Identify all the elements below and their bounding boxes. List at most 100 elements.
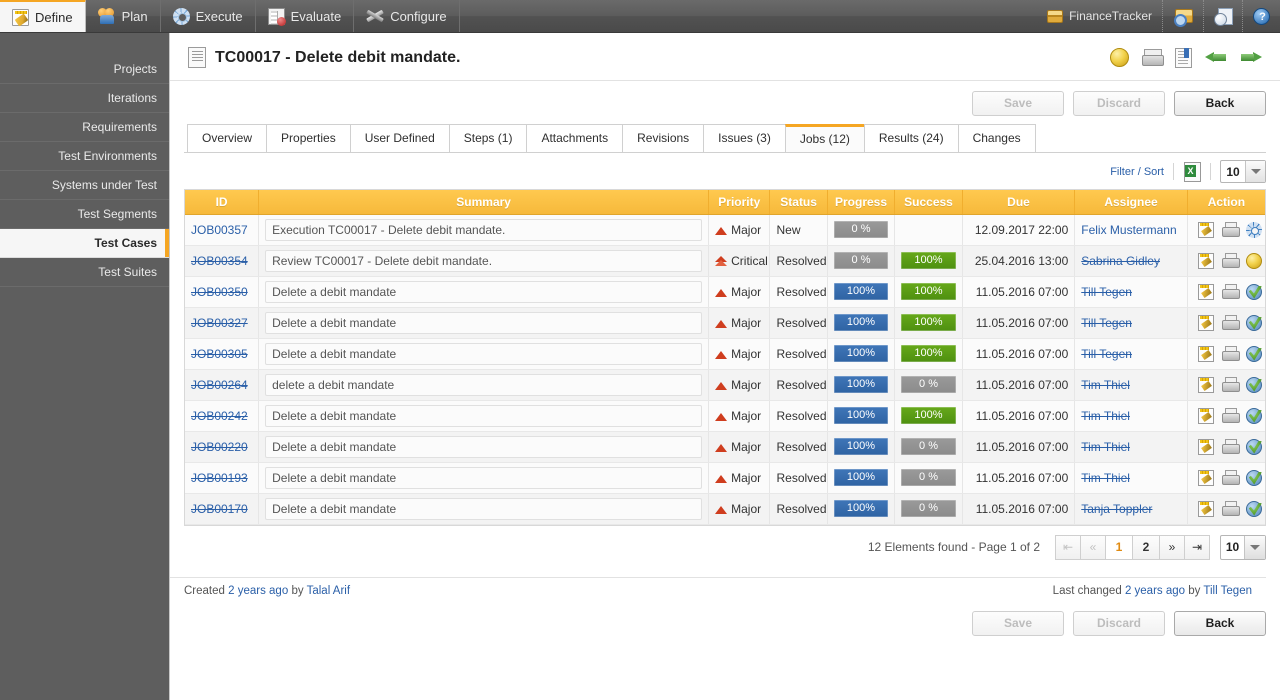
print-icon[interactable]	[1221, 376, 1240, 393]
summary-field[interactable]: delete a debit mandate	[265, 373, 703, 396]
back-button-bottom[interactable]: Back	[1174, 610, 1266, 636]
tab-jobs[interactable]: Jobs (12)	[784, 124, 864, 152]
edit-icon[interactable]	[1197, 407, 1214, 424]
filter-sort-link[interactable]: Filter / Sort	[1110, 166, 1173, 178]
pagination-first-button[interactable]: ⇤	[1055, 534, 1081, 560]
tab-changes[interactable]: Changes	[957, 124, 1036, 152]
changed-by-link[interactable]: Till Tegen	[1203, 585, 1252, 597]
history-button[interactable]	[1203, 0, 1242, 32]
created-by-link[interactable]: Talal Arif	[307, 585, 350, 597]
dome-icon[interactable]	[1245, 252, 1262, 269]
pagination-last-button[interactable]: ⇥	[1184, 534, 1210, 560]
tab-revisions[interactable]: Revisions	[622, 124, 704, 152]
assignee-link[interactable]: Tim Thiel	[1081, 378, 1130, 392]
globe-check-icon[interactable]	[1245, 314, 1262, 331]
column-header-priority[interactable]: Priority	[708, 190, 771, 215]
assignee-link[interactable]: Tim Thiel	[1081, 409, 1130, 423]
discard-button-bottom[interactable]: Discard	[1073, 610, 1165, 636]
job-id-link[interactable]: JOB00357	[191, 223, 248, 237]
globe-check-icon[interactable]	[1245, 407, 1262, 424]
sidebar-item-test-environments[interactable]: Test Environments	[0, 142, 169, 171]
edit-icon[interactable]	[1197, 314, 1214, 331]
save-button-bottom[interactable]: Save	[972, 610, 1064, 636]
column-header-id[interactable]: ID	[185, 190, 260, 215]
sidebar-item-test-cases[interactable]: Test Cases	[0, 229, 169, 258]
summary-field[interactable]: Delete a debit mandate	[265, 280, 703, 303]
topnav-item-configure[interactable]: Configure	[354, 0, 460, 32]
topnav-item-plan[interactable]: Plan	[86, 0, 161, 32]
column-header-success[interactable]: Success	[894, 190, 963, 215]
globe-check-icon[interactable]	[1245, 345, 1262, 362]
summary-field[interactable]: Execution TC00017 - Delete debit mandate…	[265, 218, 703, 241]
gear-icon[interactable]	[1245, 221, 1262, 238]
column-header-progress[interactable]: Progress	[827, 190, 896, 215]
help-button[interactable]: ?	[1242, 0, 1280, 32]
print-icon[interactable]	[1221, 314, 1240, 331]
pagination-prev-button[interactable]: «	[1080, 534, 1106, 560]
pagination-next-button[interactable]: »	[1159, 534, 1185, 560]
print-icon[interactable]	[1221, 221, 1240, 238]
summary-field[interactable]: Review TC00017 - Delete debit mandate.	[265, 249, 703, 272]
tab-overview[interactable]: Overview	[187, 124, 267, 152]
print-icon[interactable]	[1221, 407, 1240, 424]
arrow-left-icon[interactable]	[1205, 49, 1227, 66]
globe-check-icon[interactable]	[1245, 283, 1262, 300]
globe-check-icon[interactable]	[1245, 438, 1262, 455]
globe-check-icon[interactable]	[1245, 500, 1262, 517]
pagination-page-2[interactable]: 2	[1132, 534, 1160, 560]
column-header-summary[interactable]: Summary	[258, 190, 710, 215]
assignee-link[interactable]: Felix Mustermann	[1081, 223, 1176, 237]
topnav-item-define[interactable]: Define	[0, 0, 86, 32]
excel-export-icon[interactable]	[1183, 162, 1201, 182]
project-selector[interactable]: FinanceTracker	[1037, 0, 1162, 32]
print-icon[interactable]	[1221, 345, 1240, 362]
assignee-link[interactable]: Tanja Toppler	[1081, 502, 1152, 516]
page-size-select-top[interactable]: 10	[1220, 160, 1266, 183]
save-button-top[interactable]: Save	[972, 91, 1064, 116]
globe-check-icon[interactable]	[1245, 469, 1262, 486]
assignee-link[interactable]: Till Tegen	[1081, 347, 1132, 361]
assignee-link[interactable]: Tim Thiel	[1081, 440, 1130, 454]
sidebar-item-test-segments[interactable]: Test Segments	[0, 200, 169, 229]
dome-icon[interactable]	[1110, 48, 1129, 67]
job-id-link[interactable]: JOB00354	[191, 254, 248, 268]
summary-field[interactable]: Delete a debit mandate	[265, 311, 703, 334]
job-id-link[interactable]: JOB00242	[191, 409, 248, 423]
back-button-top[interactable]: Back	[1174, 91, 1266, 116]
summary-field[interactable]: Delete a debit mandate	[265, 466, 703, 489]
bookmark-icon[interactable]	[1175, 47, 1192, 68]
edit-icon[interactable]	[1197, 221, 1214, 238]
sidebar-item-projects[interactable]: Projects	[0, 55, 169, 84]
tab-issues[interactable]: Issues (3)	[703, 124, 785, 152]
print-icon[interactable]	[1221, 438, 1240, 455]
job-id-link[interactable]: JOB00264	[191, 378, 248, 392]
column-header-assignee[interactable]: Assignee	[1074, 190, 1188, 215]
print-icon[interactable]	[1221, 252, 1240, 269]
column-header-due[interactable]: Due	[962, 190, 1076, 215]
sidebar-item-requirements[interactable]: Requirements	[0, 113, 169, 142]
sidebar-item-test-suites[interactable]: Test Suites	[0, 258, 169, 287]
print-icon[interactable]	[1221, 469, 1240, 486]
page-size-select-bottom[interactable]: 10	[1220, 534, 1266, 560]
job-id-link[interactable]: JOB00327	[191, 316, 248, 330]
column-header-status[interactable]: Status	[769, 190, 828, 215]
edit-icon[interactable]	[1197, 438, 1214, 455]
edit-icon[interactable]	[1197, 283, 1214, 300]
arrow-right-icon[interactable]	[1240, 49, 1262, 66]
print-icon[interactable]	[1221, 500, 1240, 517]
summary-field[interactable]: Delete a debit mandate	[265, 435, 703, 458]
changed-when-link[interactable]: 2 years ago	[1125, 585, 1185, 597]
summary-field[interactable]: Delete a debit mandate	[265, 497, 703, 520]
created-when-link[interactable]: 2 years ago	[228, 585, 288, 597]
tab-properties[interactable]: Properties	[266, 124, 350, 152]
job-id-link[interactable]: JOB00170	[191, 502, 248, 516]
tab-steps[interactable]: Steps (1)	[448, 124, 527, 152]
assignee-link[interactable]: Tim Thiel	[1081, 471, 1130, 485]
edit-icon[interactable]	[1197, 376, 1214, 393]
topnav-item-execute[interactable]: Execute	[161, 0, 256, 32]
job-id-link[interactable]: JOB00220	[191, 440, 248, 454]
sidebar-item-systems-under-test[interactable]: Systems under Test	[0, 171, 169, 200]
job-id-link[interactable]: JOB00193	[191, 471, 248, 485]
pagination-page-1[interactable]: 1	[1105, 534, 1133, 560]
topnav-item-evaluate[interactable]: Evaluate	[256, 0, 355, 32]
